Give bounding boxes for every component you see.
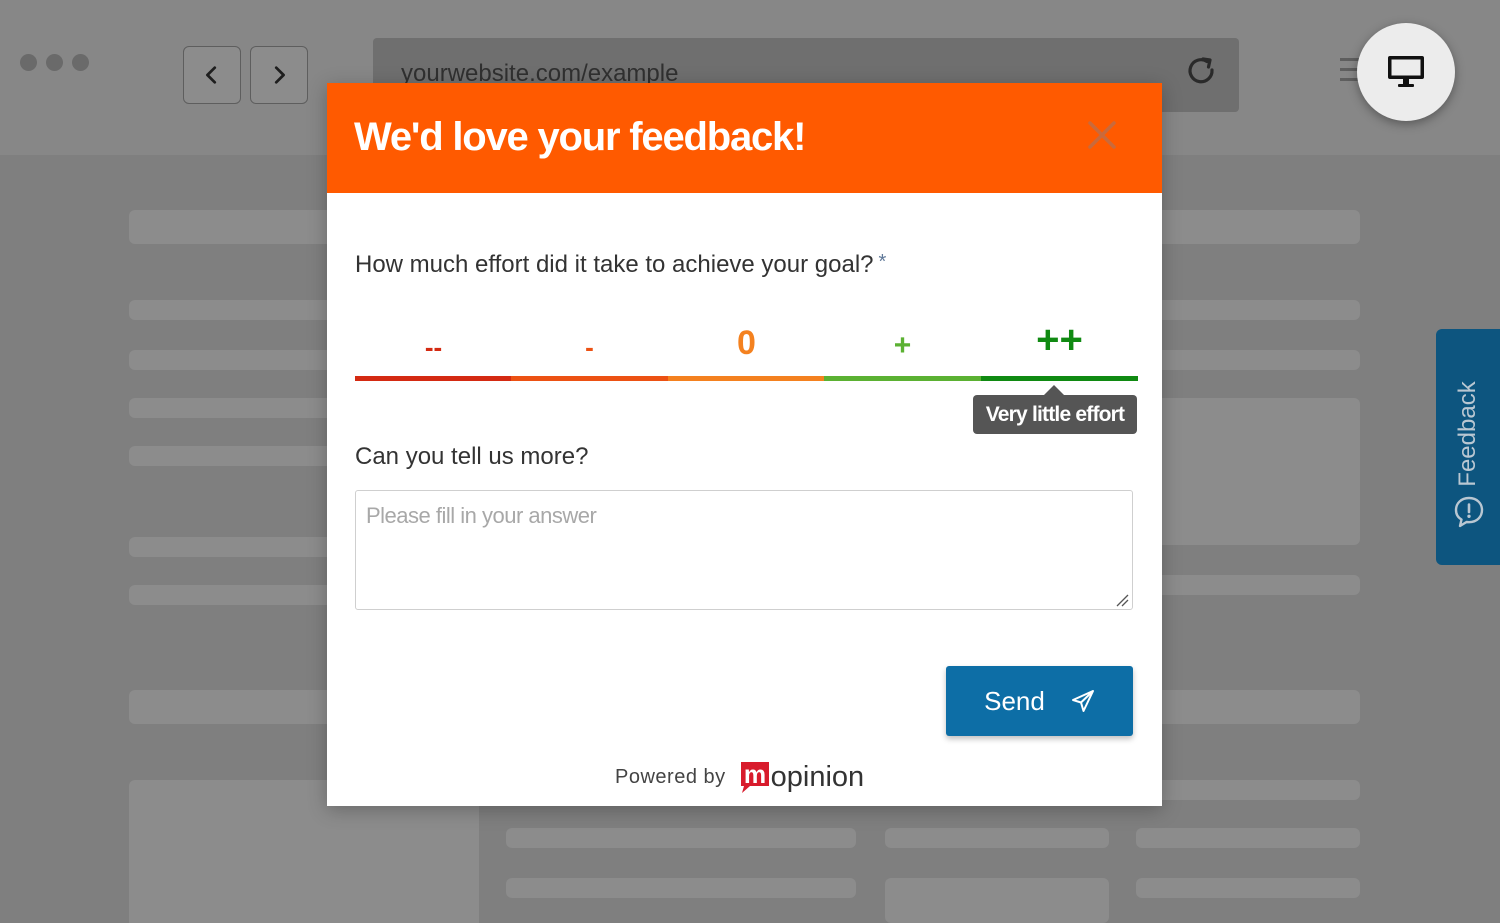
brand-name: opinion xyxy=(770,760,865,793)
rating-color-bar xyxy=(511,376,668,381)
effort-question: How much effort did it take to achieve y… xyxy=(355,251,886,279)
placeholder-line xyxy=(1136,828,1360,848)
device-preview-button[interactable] xyxy=(1357,23,1455,121)
mopinion-logo[interactable]: m opinion xyxy=(738,759,865,795)
rating-color-bar xyxy=(981,376,1138,381)
required-marker: * xyxy=(878,251,887,273)
rating-tooltip: Very little effort xyxy=(973,395,1137,434)
send-button[interactable]: Send xyxy=(946,666,1133,736)
rating-option-2[interactable]: - xyxy=(511,309,668,381)
rating-symbol: 0 xyxy=(737,324,756,362)
send-button-label: Send xyxy=(984,685,1045,716)
effort-question-text: How much effort did it take to achieve y… xyxy=(355,251,874,278)
brand-letter: m xyxy=(744,761,766,789)
placeholder-block xyxy=(885,878,1109,923)
desktop-monitor-icon xyxy=(1388,56,1424,87)
chevron-right-icon xyxy=(274,66,285,84)
rating-option-1[interactable]: -- xyxy=(355,309,512,381)
rating-symbol: - xyxy=(585,332,594,362)
placeholder-line xyxy=(506,828,856,848)
speech-bubble-exclamation-icon xyxy=(1454,496,1484,528)
feedback-modal: We'd love your feedback! How much effort… xyxy=(327,83,1162,806)
window-dots-icon xyxy=(20,54,89,71)
powered-by: Powered by m opinion xyxy=(615,759,864,795)
mopinion-m-icon: m xyxy=(740,761,769,793)
modal-header: We'd love your feedback! xyxy=(327,83,1162,193)
back-button[interactable] xyxy=(183,46,241,104)
more-question: Can you tell us more? xyxy=(355,443,589,470)
feedback-side-tab[interactable]: Feedback xyxy=(1436,329,1500,565)
close-icon[interactable] xyxy=(1084,117,1120,153)
powered-by-text: Powered by xyxy=(615,765,726,788)
rating-symbol: -- xyxy=(424,332,443,362)
answer-textarea[interactable] xyxy=(355,490,1133,610)
rating-option-5[interactable]: ++ xyxy=(981,309,1138,381)
rating-color-bar xyxy=(355,376,512,381)
tooltip-arrow xyxy=(1044,385,1064,395)
reload-icon[interactable] xyxy=(1181,52,1221,92)
rating-color-bar xyxy=(824,376,981,381)
effort-rating-scale: -- -0 + ++ xyxy=(355,309,1138,381)
placeholder-block xyxy=(1135,398,1360,545)
rating-symbol: + xyxy=(893,329,912,362)
modal-title: We'd love your feedback! xyxy=(354,115,806,159)
resize-grip-icon[interactable] xyxy=(1113,593,1129,607)
placeholder-line xyxy=(506,878,856,898)
rating-symbol: ++ xyxy=(1036,318,1083,362)
feedback-tab-label: Feedback xyxy=(1454,381,1481,487)
rating-option-4[interactable]: + xyxy=(824,309,981,381)
placeholder-line xyxy=(1135,575,1360,595)
chevron-left-icon xyxy=(206,66,217,84)
placeholder-line xyxy=(885,828,1109,848)
paper-plane-icon xyxy=(1071,690,1094,712)
rating-option-3[interactable]: 0 xyxy=(668,309,825,381)
placeholder-line xyxy=(1136,878,1360,898)
forward-button[interactable] xyxy=(250,46,308,104)
rating-color-bar xyxy=(668,376,825,381)
